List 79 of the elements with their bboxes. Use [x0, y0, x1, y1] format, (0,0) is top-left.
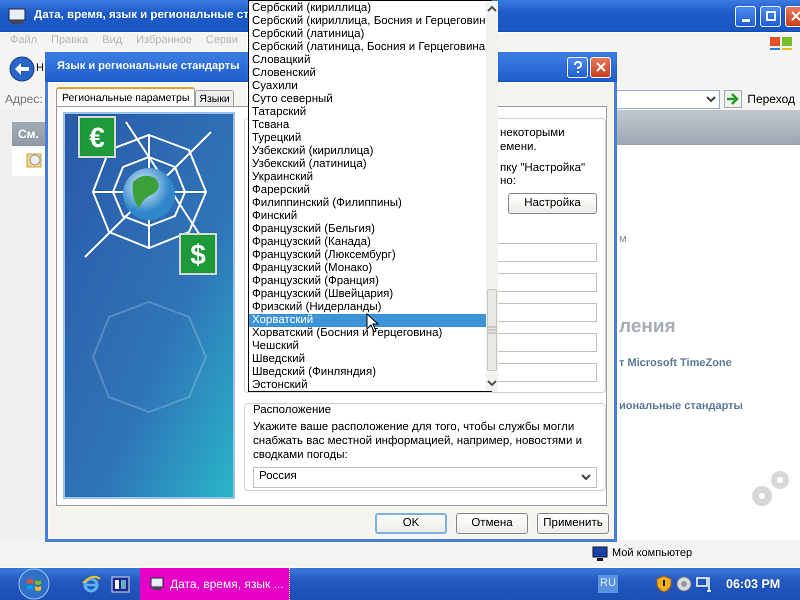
address-label: Адрес: — [5, 92, 43, 106]
list-item[interactable]: Хорватский (Босния и Герцеговина) — [249, 327, 486, 340]
window-title: Дата, время, язык и региональные ст — [34, 9, 249, 23]
dialog-title: Язык и региональные стандарты — [57, 60, 240, 74]
list-item[interactable]: Французский (Монако) — [249, 262, 486, 275]
content-text: м — [619, 233, 627, 246]
minimize-icon — [742, 18, 750, 22]
taskbar-button[interactable]: Дата, время, язык ... — [140, 568, 290, 600]
help-icon — [572, 60, 584, 74]
apply-button[interactable]: Применить — [537, 513, 609, 534]
list-item[interactable]: Суто северный — [249, 93, 486, 106]
list-item[interactable]: Чешский — [249, 340, 486, 353]
status-text: Мой компьютер — [612, 547, 692, 561]
close-icon — [790, 11, 800, 21]
browser-icon[interactable] — [81, 573, 101, 595]
list-item[interactable]: Французский (Франция) — [249, 275, 486, 288]
maximize-button[interactable] — [760, 6, 781, 26]
scroll-up-icon[interactable] — [486, 5, 497, 13]
tab[interactable]: Языки — [195, 90, 234, 106]
list-item[interactable]: Финский — [249, 210, 486, 223]
list-item[interactable]: Шведский — [249, 353, 486, 366]
section-heading: ления — [619, 316, 676, 339]
list-item[interactable]: Филиппинский (Филиппины) — [249, 197, 486, 210]
grip-icon — [488, 326, 496, 334]
description-text: пку "Настройка" — [500, 162, 586, 176]
list-item[interactable]: Фарерский — [249, 184, 486, 197]
list-item[interactable]: Французский (Люксембург) — [249, 249, 486, 262]
list-item[interactable]: Сербский (латиница, Босния и Герцеговина — [249, 41, 486, 54]
minimize-button[interactable] — [735, 6, 756, 26]
list-item[interactable]: Французский (Швейцария) — [249, 288, 486, 301]
list-item[interactable]: Эстонский — [249, 379, 486, 392]
list-item[interactable]: Шведский (Финляндия) — [249, 366, 486, 379]
list-item[interactable]: Татарский — [249, 106, 486, 119]
ok-button[interactable]: OK — [375, 513, 447, 534]
list-item[interactable]: Сербский (кириллица, Босния и Герцеговин — [249, 15, 486, 28]
globe-web-illustration: € $ — [63, 112, 235, 499]
clock: 06:03 PM — [726, 576, 780, 592]
list-item[interactable]: Словенский — [249, 67, 486, 80]
close-icon — [596, 62, 606, 72]
window-icon — [8, 8, 26, 24]
maximize-icon — [766, 11, 776, 21]
list-item[interactable]: Суахили — [249, 80, 486, 93]
list-item[interactable]: Узбекский (латиница) — [249, 158, 486, 171]
list-item[interactable]: Узбекский (кириллица) — [249, 145, 486, 158]
task-link[interactable]: иональные стандарты — [619, 400, 743, 414]
description-text: емени. — [500, 140, 537, 155]
cancel-button[interactable]: Отмена — [456, 513, 528, 534]
description-text: но: — [500, 175, 516, 190]
list-item[interactable]: Сербский (кириллица) — [249, 2, 486, 15]
location-description: Укажите ваше расположение для того, чтобы службы могли снабжать вас местной информацией, например, новостями и сводками погоды: — [253, 420, 583, 462]
description-text: некоторыми — [500, 127, 565, 141]
help-button[interactable] — [567, 56, 588, 78]
list-item[interactable]: Сербский (латиница) — [249, 28, 486, 41]
close-button[interactable] — [785, 6, 800, 26]
go-button[interactable]: Переход — [724, 90, 795, 108]
list-item[interactable]: Французский (Канада) — [249, 236, 486, 249]
network-icon[interactable] — [696, 575, 712, 593]
start-button[interactable] — [17, 568, 51, 600]
application-icon[interactable] — [111, 574, 130, 594]
list-item[interactable]: Словацкий — [249, 54, 486, 67]
back-icon[interactable] — [9, 56, 35, 82]
scroll-thumb[interactable] — [486, 289, 497, 371]
list-item[interactable]: Фризский (Нидерланды) — [249, 301, 486, 314]
list-item[interactable]: Французский (Бельгия) — [249, 223, 486, 236]
list-item[interactable]: Украинский — [249, 171, 486, 184]
list-item[interactable]: Турецкий — [249, 132, 486, 145]
security-shield-icon[interactable] — [656, 575, 672, 593]
close-button[interactable] — [590, 56, 611, 78]
scroll-down-icon[interactable] — [486, 379, 497, 387]
task-label: Дата, время, язык ... — [170, 576, 284, 592]
window-icon — [150, 577, 164, 591]
task-link[interactable]: т Microsoft TimeZone — [619, 356, 732, 370]
back-label[interactable]: Н — [36, 62, 44, 76]
customize-button[interactable]: Настройка — [508, 193, 597, 214]
list-item[interactable]: Тсвана — [249, 119, 486, 132]
location-select[interactable]: Россия — [253, 466, 597, 488]
scrollbar[interactable] — [486, 1, 498, 391]
tab[interactable]: Региональные параметры — [56, 87, 196, 106]
computer-icon — [592, 546, 608, 562]
